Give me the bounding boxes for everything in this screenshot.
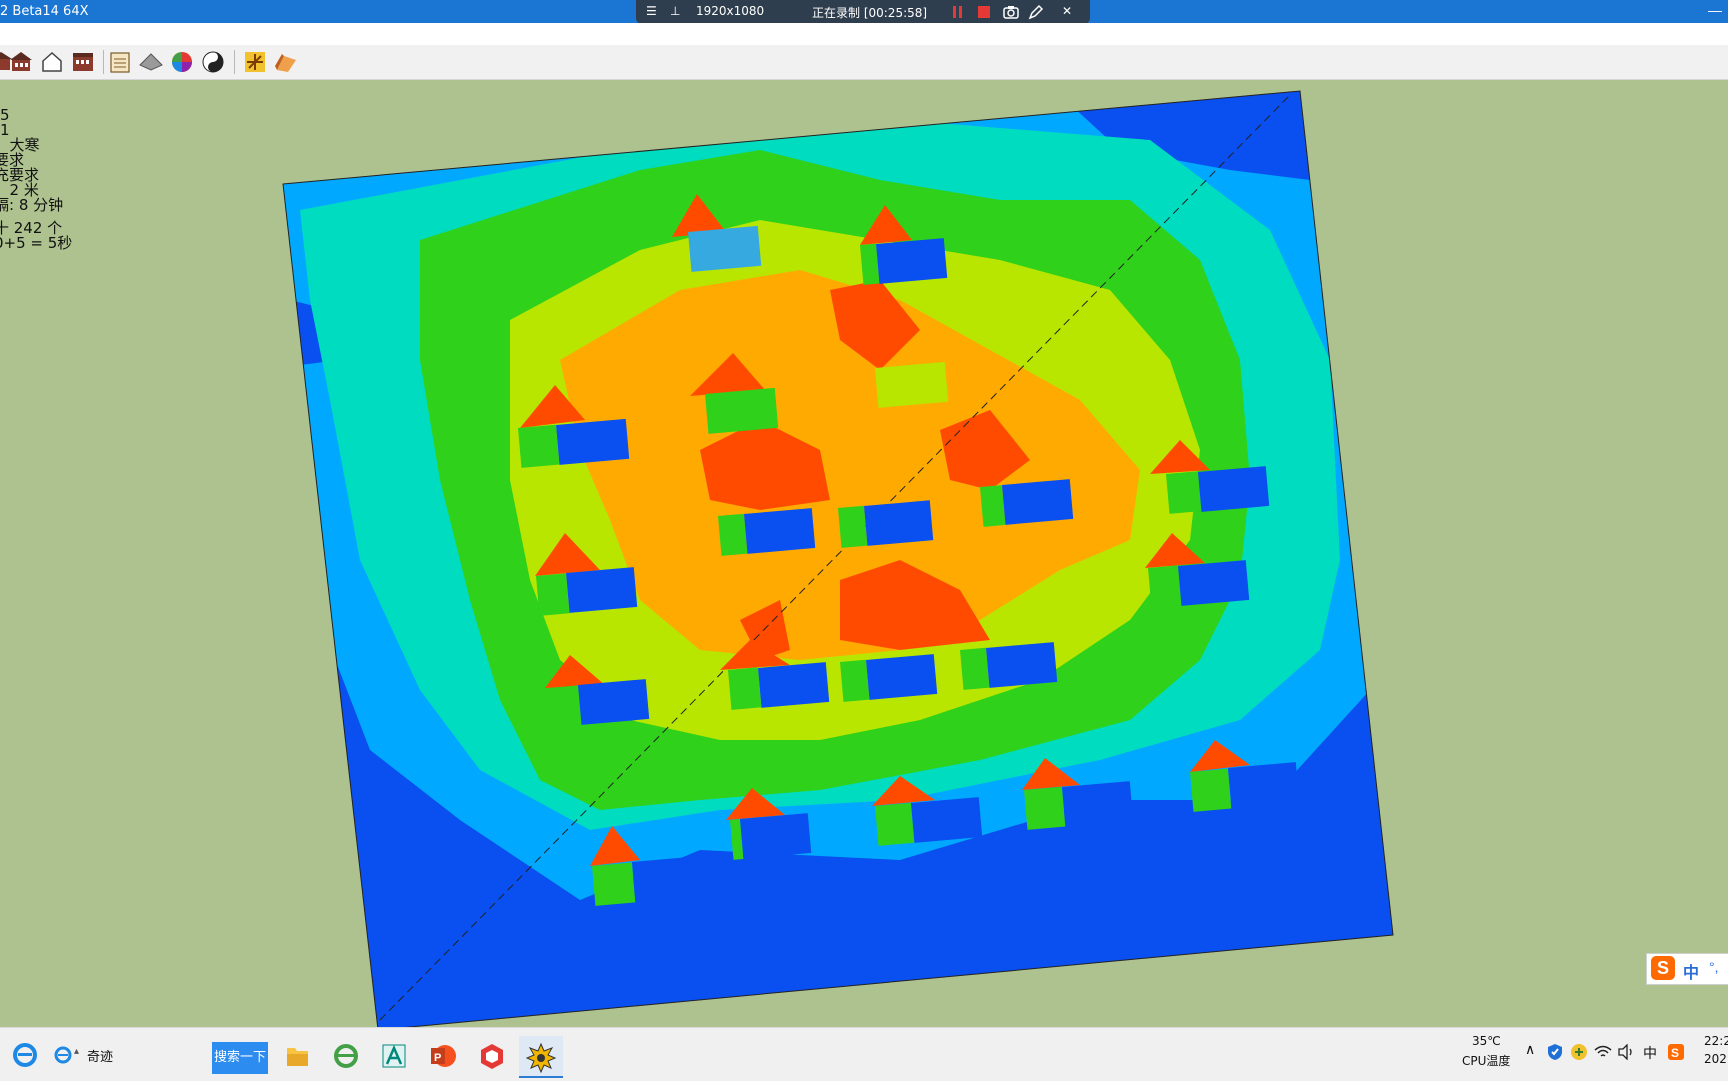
volume-icon[interactable] xyxy=(1617,1044,1635,1060)
tray-chevron-up-icon[interactable]: ∧ xyxy=(1525,1042,1535,1058)
stop-icon[interactable] xyxy=(977,5,991,19)
recorder-close-icon[interactable]: ✕ xyxy=(1062,4,1072,18)
wifi-icon[interactable] xyxy=(1594,1044,1612,1060)
pen-icon[interactable] xyxy=(1028,4,1044,20)
ime-punctuation[interactable]: °, xyxy=(1709,959,1719,975)
menu-bar xyxy=(0,23,1728,45)
toolbar-separator xyxy=(234,50,235,74)
svg-text:P: P xyxy=(434,1052,441,1064)
app-sun-plugin[interactable] xyxy=(519,1036,563,1078)
svg-text:S: S xyxy=(1671,1046,1679,1060)
file-explorer-icon xyxy=(287,1048,308,1066)
building-icon[interactable] xyxy=(71,50,95,74)
clock-time[interactable]: 22:2 xyxy=(1704,1034,1728,1048)
sun-plugin-icon xyxy=(525,1042,557,1074)
window-title: 2 Beta14 64X xyxy=(0,4,89,19)
sogou-tray-icon[interactable]: S xyxy=(1667,1043,1685,1061)
recorder-menu-icon[interactable]: ☰ xyxy=(646,4,657,18)
ie-green-icon xyxy=(334,1044,358,1068)
app-powerpoint[interactable]: P xyxy=(421,1036,465,1076)
app-a[interactable] xyxy=(372,1036,416,1076)
recorder-pin-icon[interactable]: ⊥ xyxy=(670,4,680,18)
house-outline-icon[interactable] xyxy=(40,50,64,74)
app-file-explorer[interactable] xyxy=(275,1036,319,1076)
cpu-temperature-label: CPU温度 xyxy=(1462,1054,1511,1068)
sketchup-icon xyxy=(481,1044,503,1069)
recorder-status: 正在录制 [00:25:58] xyxy=(812,6,928,20)
recorder-resolution[interactable]: 1920x1080 xyxy=(696,4,764,18)
toolbar-separator xyxy=(103,50,104,74)
camera-icon[interactable] xyxy=(1003,4,1019,20)
info-line: 5 xyxy=(0,106,10,124)
analysis-info-panel: 5 1 大寒 要求 充要求 2 米 隔: 8 分钟 十 242 个 0+5 = … xyxy=(0,108,72,251)
pause-icon[interactable] xyxy=(951,5,965,19)
calendar-icon[interactable] xyxy=(108,50,132,74)
browser-icon[interactable] xyxy=(54,1046,72,1064)
shadow-icon[interactable] xyxy=(274,50,298,74)
model-viewport[interactable]: 5 1 大寒 要求 充要求 2 米 隔: 8 分钟 十 242 个 0+5 = … xyxy=(0,80,1728,1027)
clock-date[interactable]: 202 xyxy=(1704,1052,1727,1066)
browser-label[interactable]: 奇迹 xyxy=(87,1046,113,1065)
roof-icon[interactable] xyxy=(139,50,163,74)
app-sketchup[interactable] xyxy=(470,1036,514,1076)
ime-indicator[interactable]: 中 xyxy=(1643,1043,1657,1063)
ie-icon[interactable] xyxy=(12,1042,38,1068)
search-button[interactable]: 搜索一下 xyxy=(212,1042,268,1074)
ime-mode[interactable]: 中 xyxy=(1683,959,1699,983)
info-line: 隔: 8 分钟 xyxy=(0,196,64,214)
app-ie-green[interactable] xyxy=(324,1036,368,1076)
powerpoint-icon: P xyxy=(431,1045,456,1067)
recorder-bar: ☰ ⊥ 1920x1080 正在录制 [00:25:58] ✕ xyxy=(636,0,1090,24)
tray-app-icon[interactable] xyxy=(1570,1043,1588,1061)
a-app-icon xyxy=(382,1044,406,1068)
toolbar xyxy=(0,45,1728,80)
house-icon[interactable] xyxy=(9,50,33,74)
yin-yang-icon[interactable] xyxy=(201,50,225,74)
color-wheel-icon[interactable] xyxy=(170,50,194,74)
taskbar: ▴ 奇迹 搜索一下 P 35℃ CPU温度 ∧ 中 S 22:2 202 xyxy=(0,1027,1728,1081)
sunlight-heatmap[interactable] xyxy=(0,80,1728,1027)
minimize-button[interactable]: — xyxy=(1702,2,1728,20)
chevron-up-icon[interactable]: ▴ xyxy=(74,1046,79,1057)
ime-toolbar[interactable]: S 中 °, xyxy=(1646,953,1728,985)
cpu-temperature: 35℃ xyxy=(1472,1034,1501,1048)
ime-logo-icon[interactable]: S xyxy=(1651,956,1675,980)
shield-icon[interactable] xyxy=(1546,1043,1564,1061)
info-line: 0+5 = 5秒 xyxy=(0,234,73,252)
sun-arrow-icon[interactable] xyxy=(243,50,267,74)
